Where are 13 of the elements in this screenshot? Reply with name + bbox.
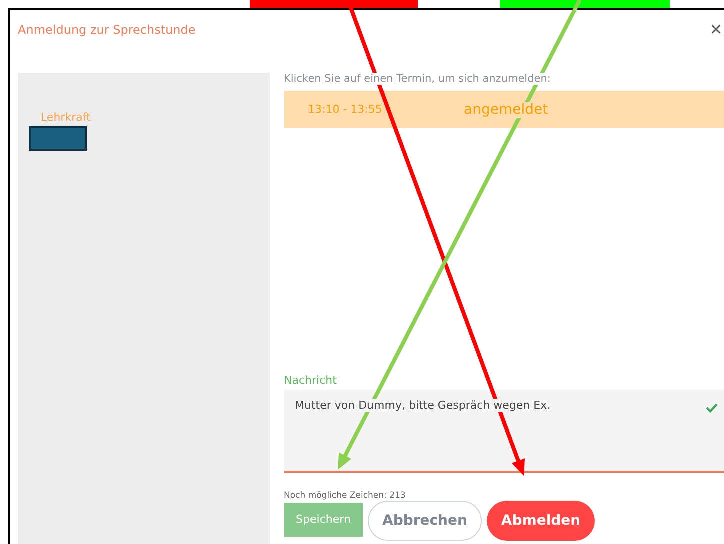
sidebar-label: Lehrkraft [41, 111, 92, 124]
message-field[interactable]: Mutter von Dummy, bitte Gespräch wegen Ex. [284, 390, 724, 473]
character-counter: Noch mögliche Zeichen: 213 [284, 491, 407, 501]
save-button[interactable]: Speichern [284, 502, 363, 536]
slot-status: angemeldet [464, 102, 548, 118]
slot-time: 13:10 - 13:55 [308, 103, 384, 116]
dialog-title: Anmeldung zur Sprechstunde [18, 23, 196, 37]
teacher-tile[interactable] [29, 126, 87, 151]
instruction-text: Klicken Sie auf einen Termin, um sich anzumelden: [284, 73, 551, 85]
message-label: Nachricht [284, 374, 338, 387]
danger-button[interactable]: Abmelden [487, 501, 595, 541]
close-button[interactable]: × [710, 20, 724, 40]
cancel-button[interactable]: Abbrechen [368, 501, 482, 541]
